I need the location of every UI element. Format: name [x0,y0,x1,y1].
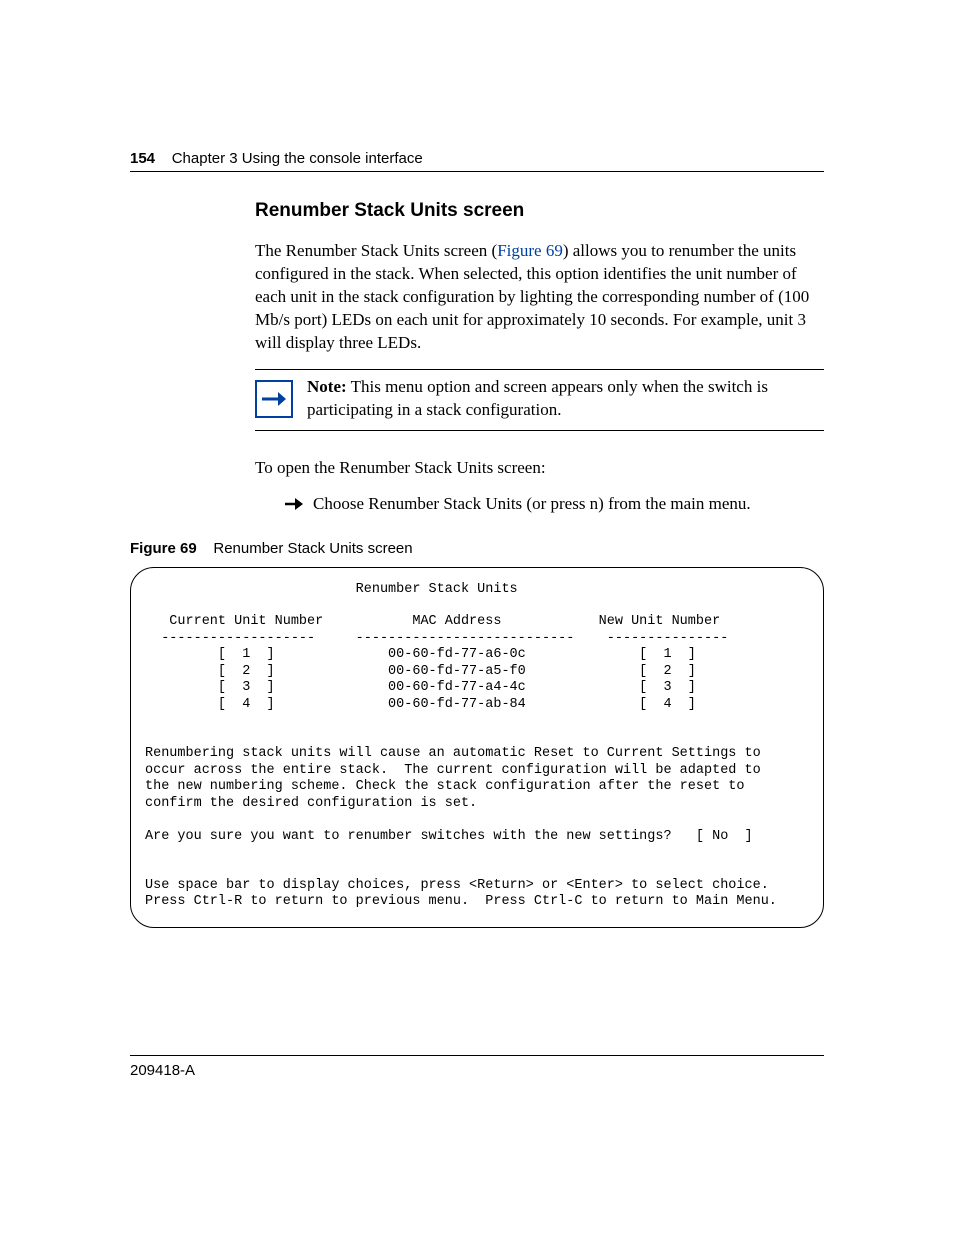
terminal-screenshot: Renumber Stack Units Current Unit Number… [130,567,824,928]
page: 154 Chapter 3 Using the console interfac… [0,0,954,1235]
intro-paragraph: The Renumber Stack Units screen (Figure … [255,240,824,355]
figure-label: Figure 69 [130,540,197,557]
section-title: Renumber Stack Units screen [255,200,824,222]
page-footer: 209418-A [130,1055,824,1079]
figure-caption: Figure 69 Renumber Stack Units screen [130,540,824,557]
note-text: Note: This menu option and screen appear… [307,376,824,422]
step-text: Choose Renumber Stack Units (or press n)… [313,494,751,514]
document-number: 209418-A [130,1062,195,1079]
figure-title: Renumber Stack Units screen [213,540,412,557]
arrow-right-icon [255,380,293,418]
arrow-right-icon [285,498,303,510]
lead-in-paragraph: To open the Renumber Stack Units screen: [255,457,824,480]
note-block: Note: This menu option and screen appear… [255,369,824,431]
note-label: Note: [307,377,347,396]
note-body: This menu option and screen appears only… [307,377,768,419]
chapter-title: Chapter 3 Using the console interface [172,150,423,167]
running-header: 154 Chapter 3 Using the console interfac… [130,150,824,172]
procedure-step: Choose Renumber Stack Units (or press n)… [285,494,824,514]
page-number: 154 [130,150,155,167]
body-column: Renumber Stack Units screen The Renumber… [255,200,824,514]
figure-xref-link[interactable]: Figure 69 [497,241,563,260]
para-text: The Renumber Stack Units screen ( [255,241,497,260]
